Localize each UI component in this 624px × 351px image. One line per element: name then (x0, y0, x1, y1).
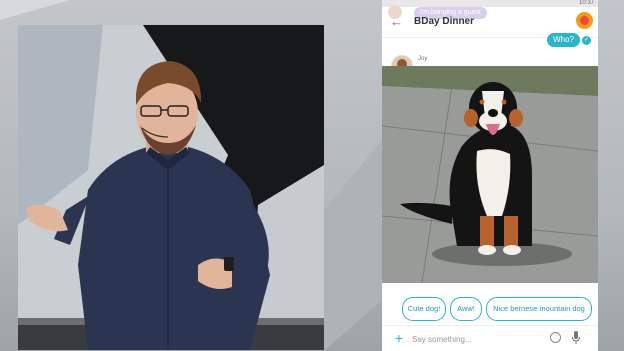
status-time: 10:37 (578, 0, 594, 6)
message-input[interactable] (412, 332, 540, 346)
chat-title: BDay Dinner (414, 16, 475, 27)
assistant-icon[interactable] (576, 12, 593, 29)
outgoing-message: Who? (547, 33, 580, 47)
emoji-icon[interactable] (550, 332, 561, 343)
add-attachment-icon[interactable]: + (392, 331, 406, 345)
microphone-icon[interactable] (572, 331, 580, 345)
phone-screen: 10:37 I'm bringing a guest ← BDay Dinner… (382, 0, 598, 351)
sender-name: Joy (418, 56, 428, 62)
suggestion-chip[interactable]: Cute dog! (402, 297, 446, 321)
smart-reply-suggestions: Cute dog! Aww! Nice bernese mountain dog (382, 297, 598, 321)
shared-dog-photo[interactable] (382, 66, 598, 283)
suggestion-chip[interactable]: Nice bernese mountain dog (486, 297, 592, 321)
presenter-video (18, 25, 324, 350)
suggestion-chip[interactable]: Aww! (450, 297, 482, 321)
status-bar: 10:37 (382, 0, 598, 7)
read-check-icon: ✓ (582, 36, 591, 45)
back-arrow-icon[interactable]: ← (390, 15, 404, 29)
message-composer: + (382, 325, 598, 351)
